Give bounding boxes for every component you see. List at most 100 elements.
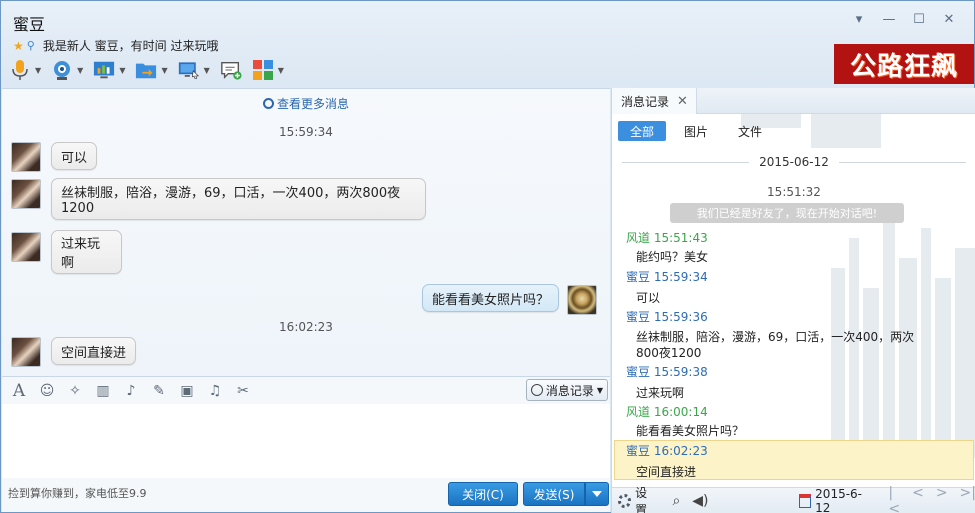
message-history-label: 消息记录 <box>545 383 594 398</box>
create-discussion-button[interactable] <box>220 57 242 83</box>
chat-window: 蜜豆 ★ ⚲ 我是新人 蜜豆，有时间 过来玩哦 ▾ — ☐ ✕ 公路狂飙 ▼ ▼… <box>0 0 975 513</box>
magic-wand-icon[interactable]: ✧ <box>66 382 84 400</box>
avatar[interactable] <box>11 337 41 367</box>
input-toolbar: A ☺ ✧ ▥ ♪ ✎ ▣ ♫ ✂ 消息记录 ▼ <box>2 376 610 404</box>
send-bar: 捡到算你赚到，家电低至9.9 关闭(C) 发送(S) <box>2 478 610 512</box>
view-more-label: 查看更多消息 <box>276 97 349 111</box>
search-icon[interactable]: ⌕ <box>672 493 680 509</box>
file-transfer-button[interactable]: ▼ <box>135 57 168 83</box>
clock-icon <box>262 98 274 109</box>
chevron-down-icon[interactable]: ▼ <box>278 66 284 75</box>
star-icon[interactable]: ★ <box>13 39 24 53</box>
avatar[interactable] <box>11 179 41 209</box>
message-bubble: 过来玩啊 <box>51 230 122 274</box>
remote-desktop-icon <box>178 59 200 81</box>
gif-icon[interactable]: ▥ <box>94 382 112 400</box>
voice-call-button[interactable]: ▼ <box>9 57 41 83</box>
filter-images[interactable]: 图片 <box>672 121 720 141</box>
history-filters: 全部 图片 文件 <box>618 121 774 141</box>
tab-message-history[interactable]: 消息记录 ✕ <box>612 88 697 114</box>
chevron-down-icon: ▼ <box>596 385 603 395</box>
history-sender: 风道 15:51:43 <box>626 231 708 245</box>
history-date: 2015-06-12 <box>759 155 829 169</box>
chevron-down-icon <box>592 491 602 497</box>
chevron-down-icon[interactable]: ▼ <box>119 66 125 75</box>
minimize-icon[interactable]: — <box>874 9 904 29</box>
maximize-icon[interactable]: ☐ <box>904 9 934 29</box>
history-sender: 蜜豆 15:59:34 <box>626 270 708 284</box>
window-controls: ▾ — ☐ ✕ <box>844 9 964 29</box>
font-icon[interactable]: A <box>10 381 28 401</box>
close-icon[interactable]: ✕ <box>934 9 964 29</box>
close-button[interactable]: 关闭(C) <box>448 482 518 506</box>
chevron-down-icon[interactable]: ▼ <box>161 66 167 75</box>
date-separator: 2015-06-12 <box>622 155 966 169</box>
send-button[interactable]: 发送(S) <box>523 482 585 506</box>
video-call-button[interactable]: ▼ <box>51 57 83 83</box>
history-date-picker[interactable]: 2015-6-12 <box>815 487 870 513</box>
chevron-down-icon[interactable]: ▼ <box>204 66 210 75</box>
message-text: 可以 <box>61 150 88 166</box>
file-transfer-icon <box>135 59 157 81</box>
calendar-icon[interactable] <box>798 493 812 508</box>
screen-share-button[interactable]: ▼ <box>93 57 125 83</box>
signature-line: ★ ⚲ 我是新人 蜜豆，有时间 过来玩哦 <box>13 37 218 54</box>
my-avatar[interactable] <box>567 285 597 315</box>
emoji-icon[interactable]: ☺ <box>38 382 56 400</box>
message-history-button[interactable]: 消息记录 ▼ <box>525 379 608 401</box>
history-message: 可以 <box>636 291 661 305</box>
history-footer: 设置 ⌕ ◀) 2015-6-12 |< < > >| <box>612 484 975 513</box>
avatar[interactable] <box>11 142 41 172</box>
message-bubble: 可以 <box>51 142 98 170</box>
system-message: 我们已经是好友了，现在开始对话吧! <box>670 203 904 223</box>
message-bubble: 空间直接进 <box>51 337 137 365</box>
speaker-icon[interactable]: ◀) <box>692 493 708 509</box>
message-text: 丝袜制服，陪浴，漫游，69，口活，一次400，两次800夜1200 <box>61 186 401 216</box>
avatar[interactable] <box>11 232 41 262</box>
message-input[interactable] <box>2 404 610 478</box>
history-pagination: |< < > >| <box>888 485 975 513</box>
history-sender: 蜜豆 15:59:36 <box>626 310 708 324</box>
chevron-down-icon[interactable]: ▼ <box>77 66 83 75</box>
scissors-icon[interactable]: ✂ <box>234 382 252 400</box>
my-message-bubble: 能看看美女照片吗？ <box>422 284 560 312</box>
tab-label: 消息记录 <box>621 94 670 109</box>
filter-all[interactable]: 全部 <box>618 121 666 141</box>
image-icon[interactable]: ▣ <box>178 382 196 400</box>
voice-message-icon[interactable]: ♪ <box>122 382 140 400</box>
send-options-button[interactable] <box>585 482 609 506</box>
menu-dropdown-icon[interactable]: ▾ <box>844 9 874 29</box>
chevron-down-icon[interactable]: ▼ <box>35 66 41 75</box>
ad-banner[interactable]: 公路狂飙 <box>834 44 974 84</box>
next-page-icon[interactable]: > <box>936 485 948 513</box>
message-text: 过来玩啊 <box>61 237 101 271</box>
signature-text: 我是新人 蜜豆，有时间 过来玩哦 <box>42 39 219 53</box>
view-more-messages-link[interactable]: 查看更多消息 <box>2 95 610 112</box>
clock-icon <box>530 384 543 396</box>
history-message: 空间直接进 <box>636 465 697 479</box>
message-text: 空间直接进 <box>61 345 127 361</box>
message-add-icon <box>220 59 242 81</box>
first-page-icon[interactable]: |< <box>888 485 900 513</box>
prev-page-icon[interactable]: < <box>912 485 924 513</box>
qzone-icon[interactable]: ⚲ <box>27 39 35 52</box>
gear-icon[interactable] <box>618 493 632 508</box>
ad-text-link[interactable]: 捡到算你赚到，家电低至9.9 <box>8 485 147 501</box>
history-message: 丝袜制服，陪浴，漫游，69，口活，一次400，两次800夜1200 <box>636 330 915 360</box>
history-sender: 蜜豆 15:59:38 <box>626 365 708 379</box>
timestamp: 15:59:34 <box>279 125 333 139</box>
apps-button[interactable]: ▼ <box>252 57 284 83</box>
toolbar: ▼ ▼ ▼ ▼ ▼ ▼ <box>9 57 284 83</box>
last-page-icon[interactable]: >| <box>960 485 975 513</box>
history-sender: 蜜豆 16:02:23 <box>626 444 708 458</box>
close-tab-icon[interactable]: ✕ <box>677 94 688 109</box>
chat-messages-area[interactable]: 查看更多消息 15:59:34 可以 丝袜制服，陪浴，漫游，69，口活，一次40… <box>2 88 610 376</box>
settings-label[interactable]: 设置 <box>635 484 656 513</box>
webcam-icon <box>51 59 73 81</box>
divider <box>622 161 750 163</box>
filter-files[interactable]: 文件 <box>726 121 774 141</box>
remote-desktop-button[interactable]: ▼ <box>178 57 210 83</box>
edit-icon[interactable]: ✎ <box>150 382 168 400</box>
music-icon[interactable]: ♫ <box>206 382 224 400</box>
timestamp: 16:02:23 <box>279 320 333 334</box>
